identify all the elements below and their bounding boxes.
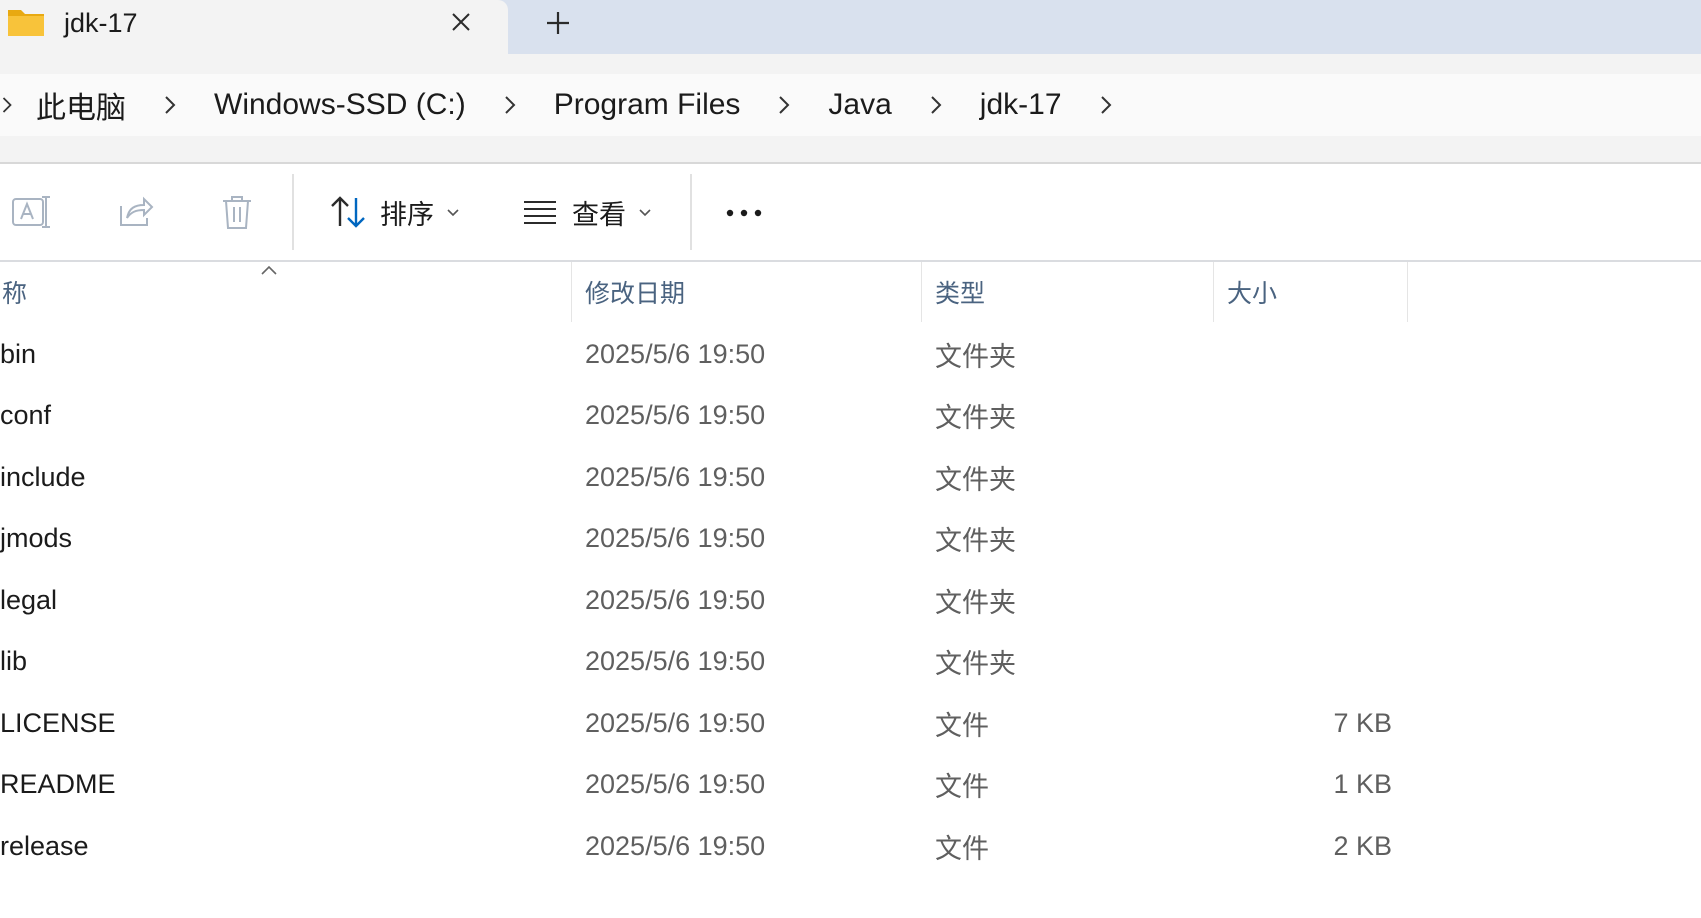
file-list: 称 修改日期 类型 大小 bin 2025/5/6 19:50 文件夹 conf 202… xyxy=(0,262,1701,918)
file-date: 2025/5/6 19:50 xyxy=(585,707,766,738)
file-type: 文件夹 xyxy=(935,403,1016,433)
file-type: 文件夹 xyxy=(935,526,1016,556)
breadcrumb-item[interactable]: Program Files xyxy=(532,88,763,122)
file-size: 2 KB xyxy=(1333,830,1392,861)
chevron-right-icon[interactable] xyxy=(914,85,958,125)
file-row[interactable]: README 2025/5/6 19:50 文件 1 KB xyxy=(0,754,1701,816)
chevron-right-icon[interactable] xyxy=(0,85,14,125)
plus-icon[interactable] xyxy=(542,7,574,39)
more-options-button[interactable] xyxy=(724,192,764,232)
file-row[interactable]: conf 2025/5/6 19:50 文件夹 xyxy=(0,385,1701,447)
view-button[interactable]: 查看 xyxy=(520,192,652,232)
file-type: 文件 xyxy=(935,772,989,802)
close-icon[interactable] xyxy=(448,9,474,35)
chevron-right-icon[interactable] xyxy=(1084,85,1128,125)
file-size: 1 KB xyxy=(1333,769,1392,799)
column-header-name-label: 称 xyxy=(2,280,28,308)
more-icon xyxy=(726,209,762,217)
file-name: bin xyxy=(0,338,37,369)
share-button[interactable] xyxy=(115,192,155,232)
column-header-date-label: 修改日期 xyxy=(585,280,686,308)
file-date: 2025/5/6 19:50 xyxy=(585,646,766,676)
toolbar-divider xyxy=(292,174,294,250)
sort-icon xyxy=(331,196,365,228)
folder-icon xyxy=(8,10,44,36)
command-bar: 排序 查看 xyxy=(0,164,1701,262)
column-header-size-label: 大小 xyxy=(1227,280,1278,308)
file-size: 7 KB xyxy=(1333,707,1392,738)
file-size xyxy=(1220,385,1392,447)
file-name: jmods xyxy=(0,523,73,553)
file-date: 2025/5/6 19:50 xyxy=(585,461,766,492)
file-date: 2025/5/6 19:50 xyxy=(585,830,766,861)
sort-button[interactable]: 排序 xyxy=(328,192,460,232)
chevron-right-icon[interactable] xyxy=(762,85,806,125)
file-name: README xyxy=(0,769,116,799)
file-size xyxy=(1220,508,1392,570)
chevron-right-icon[interactable] xyxy=(148,85,192,125)
tab-strip: jdk-17 xyxy=(0,0,1701,54)
breadcrumb-item[interactable]: jdk-17 xyxy=(958,88,1084,122)
file-row[interactable]: release 2025/5/6 19:50 文件 2 KB xyxy=(0,815,1701,877)
tab-title: jdk-17 xyxy=(64,8,138,38)
file-type: 文件夹 xyxy=(935,341,1016,372)
breadcrumb-item[interactable]: 此电脑 xyxy=(14,83,148,127)
file-date: 2025/5/6 19:50 xyxy=(585,584,766,615)
list-view-icon xyxy=(524,201,556,224)
column-divider[interactable] xyxy=(1407,262,1408,322)
address-bar: 此电脑 Windows-SSD (C:) Program Files Java jdk-… xyxy=(0,54,1701,164)
rename-button[interactable] xyxy=(10,192,50,232)
file-name: release xyxy=(0,830,89,861)
file-name: legal xyxy=(0,584,58,615)
file-date: 2025/5/6 19:50 xyxy=(585,400,766,430)
file-name: lib xyxy=(0,646,28,676)
file-type: 文件夹 xyxy=(935,649,1016,679)
column-header-date[interactable]: 修改日期 xyxy=(585,262,915,322)
file-type: 文件 xyxy=(935,710,989,741)
file-type: 文件夹 xyxy=(935,587,1016,618)
file-size xyxy=(1220,446,1392,508)
rename-icon xyxy=(12,196,50,228)
breadcrumb-item[interactable]: Windows-SSD (C:) xyxy=(192,88,488,122)
file-row[interactable]: lib 2025/5/6 19:50 文件夹 xyxy=(0,631,1701,693)
file-row[interactable]: legal 2025/5/6 19:50 文件夹 xyxy=(0,569,1701,631)
share-icon xyxy=(120,196,154,226)
file-size xyxy=(1220,569,1392,631)
column-header-type-label: 类型 xyxy=(935,280,986,308)
chevron-down-icon xyxy=(639,209,651,217)
file-row[interactable]: LICENSE 2025/5/6 19:50 文件 7 KB xyxy=(0,692,1701,754)
file-type: 文件夹 xyxy=(935,464,1016,495)
file-date: 2025/5/6 19:50 xyxy=(585,769,766,799)
column-divider[interactable] xyxy=(571,262,572,322)
chevron-right-icon[interactable] xyxy=(488,85,532,125)
chevron-down-icon xyxy=(447,209,459,217)
file-name: include xyxy=(0,461,86,492)
sort-label: 排序 xyxy=(380,199,434,230)
trash-icon xyxy=(223,196,251,229)
file-name: LICENSE xyxy=(0,707,116,738)
file-size xyxy=(1220,323,1392,385)
column-header-name[interactable]: 称 xyxy=(2,262,567,322)
view-label: 查看 xyxy=(572,199,626,230)
toolbar-divider xyxy=(690,174,692,250)
file-type: 文件 xyxy=(935,833,989,864)
tab-jdk-17[interactable]: jdk-17 xyxy=(0,0,508,54)
file-date: 2025/5/6 19:50 xyxy=(585,523,766,553)
file-name: conf xyxy=(0,400,52,430)
column-header-type[interactable]: 类型 xyxy=(935,262,1205,322)
file-row[interactable]: include 2025/5/6 19:50 文件夹 xyxy=(0,446,1701,508)
file-date: 2025/5/6 19:50 xyxy=(585,338,766,369)
file-size xyxy=(1220,631,1392,693)
breadcrumb-item[interactable]: Java xyxy=(806,88,913,122)
breadcrumb[interactable]: 此电脑 Windows-SSD (C:) Program Files Java jdk-… xyxy=(0,74,1701,136)
delete-button[interactable] xyxy=(217,192,257,232)
column-divider[interactable] xyxy=(921,262,922,322)
column-header-size[interactable]: 大小 xyxy=(1227,262,1407,322)
file-row[interactable]: bin 2025/5/6 19:50 文件夹 xyxy=(0,323,1701,385)
file-row[interactable]: jmods 2025/5/6 19:50 文件夹 xyxy=(0,508,1701,570)
column-divider[interactable] xyxy=(1213,262,1214,322)
